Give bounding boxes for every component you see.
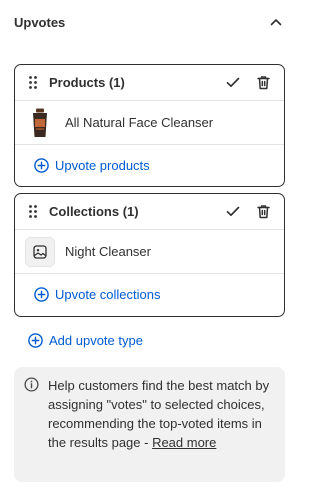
info-icon [24, 377, 40, 393]
products-card: Products (1) All Natural Face Cleanser U… [14, 64, 285, 187]
product-thumbnail [25, 107, 55, 138]
item-name: All Natural Face Cleanser [65, 115, 214, 130]
list-item[interactable]: Night Cleanser [15, 230, 284, 274]
upvote-collections-button[interactable]: Upvote collections [15, 274, 284, 314]
info-text: Help customers find the best match by as… [48, 376, 273, 474]
list-item[interactable]: All Natural Face Cleanser [15, 101, 284, 145]
plus-circle-icon [33, 286, 49, 302]
trash-icon[interactable] [252, 201, 274, 223]
drag-handle-icon[interactable] [27, 204, 39, 220]
item-name: Night Cleanser [65, 244, 151, 259]
checkmark-icon[interactable] [222, 201, 244, 223]
add-link-label: Upvote products [55, 157, 150, 173]
info-banner: Help customers find the best match by as… [14, 367, 285, 482]
plus-circle-icon [33, 157, 49, 173]
card-title-label: Products [49, 75, 106, 90]
chevron-up-icon[interactable] [266, 12, 286, 32]
checkmark-icon[interactable] [222, 72, 244, 94]
card-count: (1) [108, 75, 125, 90]
collections-card: Collections (1) Night Cleanser Upvote co… [14, 193, 285, 317]
card-title: Products (1) [49, 75, 214, 90]
card-title-label: Collections [49, 204, 120, 219]
drag-handle-icon[interactable] [27, 75, 39, 91]
card-title: Collections (1) [49, 204, 214, 219]
plus-circle-icon [27, 332, 43, 348]
card-header: Collections (1) [15, 194, 284, 230]
image-icon [25, 236, 55, 267]
read-more-link[interactable]: Read more [152, 435, 216, 450]
upvotes-header: Upvotes [14, 8, 286, 36]
upvote-products-button[interactable]: Upvote products [15, 145, 284, 185]
add-upvote-type-button[interactable]: Add upvote type [27, 329, 143, 351]
section-title: Upvotes [14, 14, 66, 30]
card-count: (1) [122, 204, 139, 219]
trash-icon[interactable] [252, 72, 274, 94]
add-link-label: Upvote collections [55, 286, 161, 302]
card-header: Products (1) [15, 65, 284, 101]
add-upvote-type-label: Add upvote type [49, 332, 143, 348]
